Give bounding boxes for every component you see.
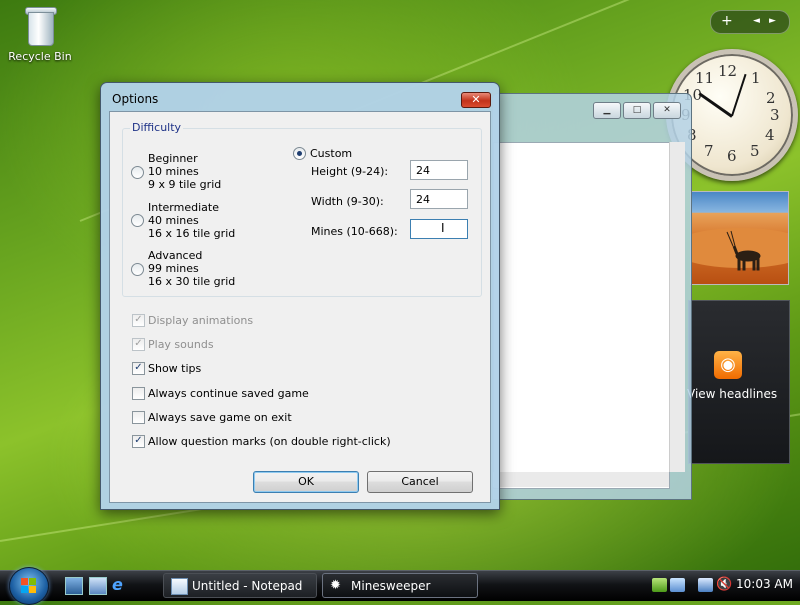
rss-feed-icon: ◉ xyxy=(714,351,742,379)
minesweeper-mine-icon: ✹ xyxy=(330,578,341,593)
custom-radio[interactable] xyxy=(293,147,306,160)
start-button[interactable] xyxy=(9,567,49,605)
height-label: Height (9-24): xyxy=(311,165,389,178)
system-tray: 🔇 10:03 AM xyxy=(648,573,800,600)
task-minesweeper[interactable]: ✹ Minesweeper xyxy=(322,573,478,598)
mines-label: Mines (10-668): xyxy=(311,225,398,238)
display-animations-label: Display animations xyxy=(148,314,254,327)
switch-windows-icon[interactable] xyxy=(89,577,107,595)
sidebar-next-button[interactable]: ► xyxy=(769,13,776,29)
continue-saved-game-label: Always continue saved game xyxy=(148,387,309,400)
clock-hour-hand xyxy=(698,92,733,118)
continue-saved-game-checkbox[interactable] xyxy=(132,387,145,400)
beginner-radio[interactable] xyxy=(131,166,144,179)
beginner-label[interactable]: Beginner 10 mines 9 x 9 tile grid xyxy=(148,152,221,191)
show-desktop-icon[interactable] xyxy=(65,577,83,595)
save-on-exit-checkbox[interactable] xyxy=(132,411,145,424)
maximize-button[interactable]: □ xyxy=(623,102,651,119)
display-animations-checkbox[interactable]: ✓ xyxy=(132,314,145,327)
recycle-bin[interactable]: Recycle Bin xyxy=(8,2,72,63)
notepad-icon xyxy=(171,578,188,595)
slideshow-gadget[interactable] xyxy=(690,191,789,285)
custom-label[interactable]: Custom xyxy=(310,147,352,160)
notepad-window[interactable]: ▁ □ ✕ xyxy=(492,93,692,500)
add-gadget-button[interactable]: + xyxy=(721,13,733,29)
clock-number: 5 xyxy=(750,142,760,160)
height-field[interactable]: 24 xyxy=(410,160,468,180)
advanced-label[interactable]: Advanced 99 mines 16 x 30 tile grid xyxy=(148,249,235,288)
sidebar-controls: + ◄ ► xyxy=(710,10,790,34)
clock-number: 12 xyxy=(718,62,738,80)
text-cursor-icon: I xyxy=(441,221,445,235)
options-dialog: Options ✕ Difficulty Beginner 10 mines 9… xyxy=(100,82,500,510)
clock-number: 1 xyxy=(751,69,761,87)
clock-number: 3 xyxy=(770,106,780,124)
width-field[interactable]: 24 xyxy=(410,189,468,209)
feed-headlines-gadget[interactable]: ◉ View headlines xyxy=(687,300,790,464)
play-sounds-checkbox[interactable]: ✓ xyxy=(132,338,145,351)
difficulty-legend: Difficulty xyxy=(130,121,184,134)
security-center-icon[interactable] xyxy=(652,578,667,592)
ok-button[interactable]: OK xyxy=(253,471,359,493)
close-button[interactable]: ✕ xyxy=(653,102,681,119)
clock-number: 7 xyxy=(704,142,714,160)
save-on-exit-label: Always save game on exit xyxy=(148,411,292,424)
internet-explorer-icon[interactable]: e xyxy=(112,577,128,593)
question-marks-checkbox[interactable]: ✓ xyxy=(132,435,145,448)
width-label: Width (9-30): xyxy=(311,195,384,208)
network-status-icon[interactable] xyxy=(670,578,685,592)
question-marks-label: Allow question marks (on double right-cl… xyxy=(148,435,391,448)
cancel-button[interactable]: Cancel xyxy=(367,471,473,493)
volume-muted-icon[interactable]: 🔇 xyxy=(716,578,732,592)
oryx-icon xyxy=(726,230,761,271)
recycle-bin-icon xyxy=(23,4,57,46)
clock-minute-hand xyxy=(731,73,747,117)
difficulty-group: Difficulty Beginner 10 mines 9 x 9 tile … xyxy=(122,121,482,297)
show-tips-checkbox[interactable]: ✓ xyxy=(132,362,145,375)
intermediate-radio[interactable] xyxy=(131,214,144,227)
clock-number: 6 xyxy=(727,147,737,165)
dialog-close-button[interactable]: ✕ xyxy=(461,92,491,108)
dialog-body: Difficulty Beginner 10 mines 9 x 9 tile … xyxy=(109,111,491,503)
intermediate-label[interactable]: Intermediate 40 mines 16 x 16 tile grid xyxy=(148,201,235,240)
task-notepad[interactable]: Untitled - Notepad xyxy=(163,573,317,598)
notepad-text-area[interactable] xyxy=(493,142,670,489)
recycle-bin-label: Recycle Bin xyxy=(8,50,72,63)
sidebar-prev-button[interactable]: ◄ xyxy=(753,13,760,29)
clock-number: 11 xyxy=(695,69,715,87)
task-notepad-label: Untitled - Notepad xyxy=(192,579,303,593)
clock-time[interactable]: 10:03 AM xyxy=(736,577,793,591)
network-icon[interactable] xyxy=(698,578,713,592)
clock-number: 2 xyxy=(766,89,776,107)
show-tips-label: Show tips xyxy=(148,362,202,375)
advanced-radio[interactable] xyxy=(131,263,144,276)
minimize-button[interactable]: ▁ xyxy=(593,102,621,119)
play-sounds-label: Play sounds xyxy=(148,338,214,351)
dialog-title: Options xyxy=(112,92,159,106)
mines-field[interactable] xyxy=(410,219,468,239)
view-headlines-link[interactable]: View headlines xyxy=(687,387,777,401)
vertical-scrollbar[interactable] xyxy=(669,142,685,472)
windows-logo-icon xyxy=(21,578,36,593)
horizontal-scrollbar[interactable] xyxy=(493,472,669,487)
clock-number: 4 xyxy=(765,126,775,144)
task-minesweeper-label: Minesweeper xyxy=(351,579,431,593)
